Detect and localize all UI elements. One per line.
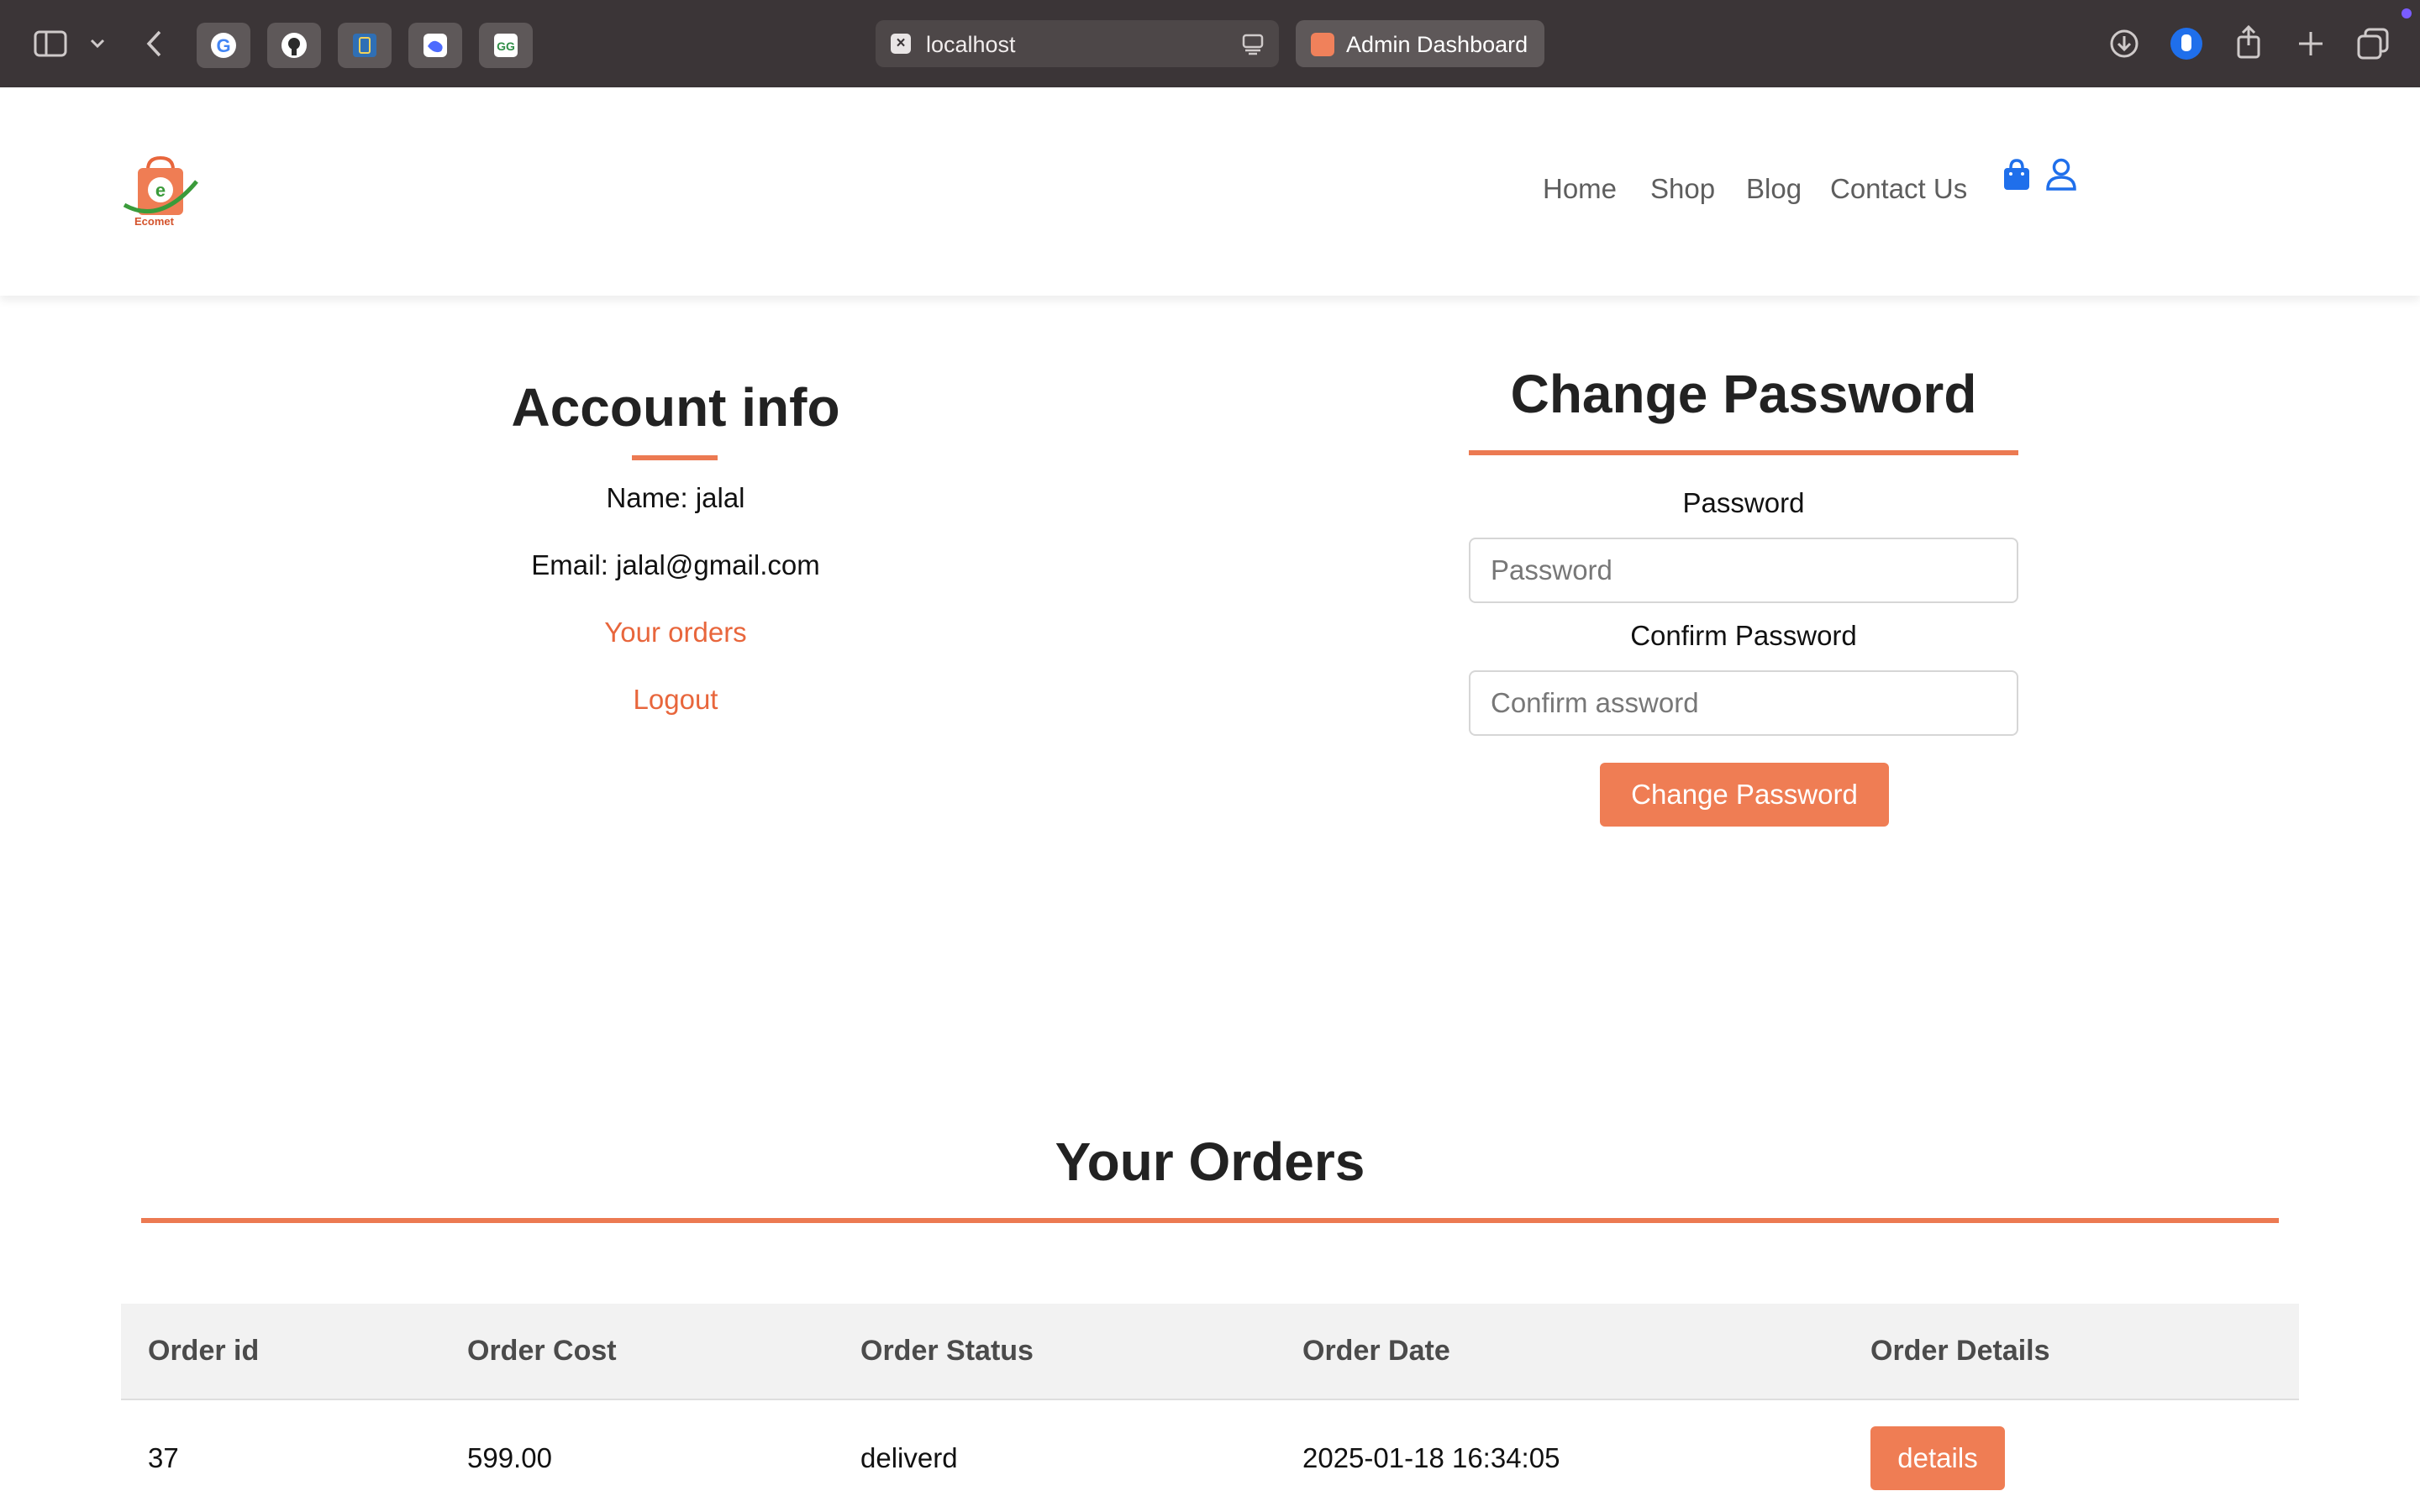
orders-title: Your Orders — [1055, 1131, 1365, 1192]
column-header-order-status: Order Status — [834, 1304, 1276, 1399]
column-header-order-id: Order id — [121, 1304, 440, 1399]
confirm-password-label: Confirm Password — [1630, 620, 1857, 651]
pinned-tab-geeksforgeeks-icon[interactable]: GG — [479, 23, 533, 68]
notification-dot-icon — [2402, 8, 2412, 18]
pinned-tab-github-icon[interactable] — [267, 23, 321, 68]
back-icon[interactable] — [141, 27, 166, 60]
site-header: e Ecomet Home Shop Blog Contact Us — [0, 87, 2420, 296]
nav-blog[interactable]: Blog — [1746, 173, 1802, 205]
tab-admin-dashboard[interactable]: Admin Dashboard — [1296, 20, 1544, 67]
orders-table: Order id Order Cost Order Status Order D… — [121, 1304, 2299, 1512]
account-name: Name: jalal — [606, 482, 745, 513]
nav-home[interactable]: Home — [1543, 173, 1617, 205]
sidebar-toggle-icon[interactable] — [34, 29, 67, 59]
order-details-cell: details — [1844, 1399, 2299, 1512]
order-details-button[interactable]: details — [1870, 1425, 2005, 1490]
change-password-button[interactable]: Change Password — [1600, 763, 1889, 827]
tab-favicon-icon — [1311, 33, 1334, 56]
password-label: Password — [1682, 487, 1805, 518]
svg-text:G: G — [216, 35, 230, 56]
password-input[interactable] — [1469, 538, 2018, 603]
pinned-tab-deepseek-icon[interactable] — [408, 23, 462, 68]
browser-toolbar: G GG × localhost Admin Dashboard — [0, 0, 2420, 87]
pinned-tab-google-icon[interactable]: G — [197, 23, 250, 68]
pinned-tab-notes-icon[interactable] — [338, 23, 392, 68]
svg-text:e: e — [155, 180, 166, 201]
order-date-cell: 2025-01-18 16:34:05 — [1276, 1399, 1844, 1512]
nav-shop[interactable]: Shop — [1650, 173, 1715, 205]
orders-title-underline — [141, 1218, 2279, 1223]
your-orders-link[interactable]: Your orders — [339, 617, 1012, 648]
account-title-underline — [632, 455, 718, 460]
change-password-underline — [1469, 450, 2018, 455]
order-status-cell: deliverd — [834, 1399, 1276, 1512]
change-password-title: Change Password — [1510, 364, 1977, 424]
column-header-order-date: Order Date — [1276, 1304, 1844, 1399]
confirm-password-input[interactable] — [1469, 670, 2018, 736]
new-tab-icon[interactable] — [2294, 27, 2328, 60]
table-row: 37 599.00 deliverd 2025-01-18 16:34:05 d… — [121, 1399, 2299, 1512]
share-icon[interactable] — [2232, 24, 2265, 60]
user-account-icon[interactable] — [2045, 158, 2077, 192]
logo-text: Ecomet — [134, 215, 174, 228]
address-bar[interactable]: × localhost — [876, 20, 1279, 67]
privacy-extension-icon[interactable] — [2168, 25, 2205, 62]
site-favicon-icon: × — [891, 34, 911, 54]
tab-title: Admin Dashboard — [1346, 32, 1528, 57]
column-header-order-cost: Order Cost — [440, 1304, 834, 1399]
column-header-order-details: Order Details — [1844, 1304, 2299, 1399]
tab-overview-icon[interactable] — [2354, 25, 2391, 62]
address-bar-url: localhost — [926, 32, 1016, 57]
order-id-cell: 37 — [121, 1399, 440, 1512]
order-cost-cell: 599.00 — [440, 1399, 834, 1512]
logout-link[interactable]: Logout — [339, 684, 1012, 716]
account-email: Email: jalal@gmail.com — [531, 549, 820, 580]
nav-contact-us[interactable]: Contact Us — [1830, 173, 1967, 205]
table-header-row: Order id Order Cost Order Status Order D… — [121, 1304, 2299, 1399]
reader-mode-icon[interactable] — [1242, 34, 1264, 60]
svg-text:GG: GG — [497, 39, 515, 53]
account-info-title: Account info — [511, 377, 840, 438]
chevron-down-icon[interactable] — [87, 34, 108, 54]
shopping-bag-icon[interactable] — [2002, 158, 2032, 192]
downloads-icon[interactable] — [2107, 27, 2141, 60]
